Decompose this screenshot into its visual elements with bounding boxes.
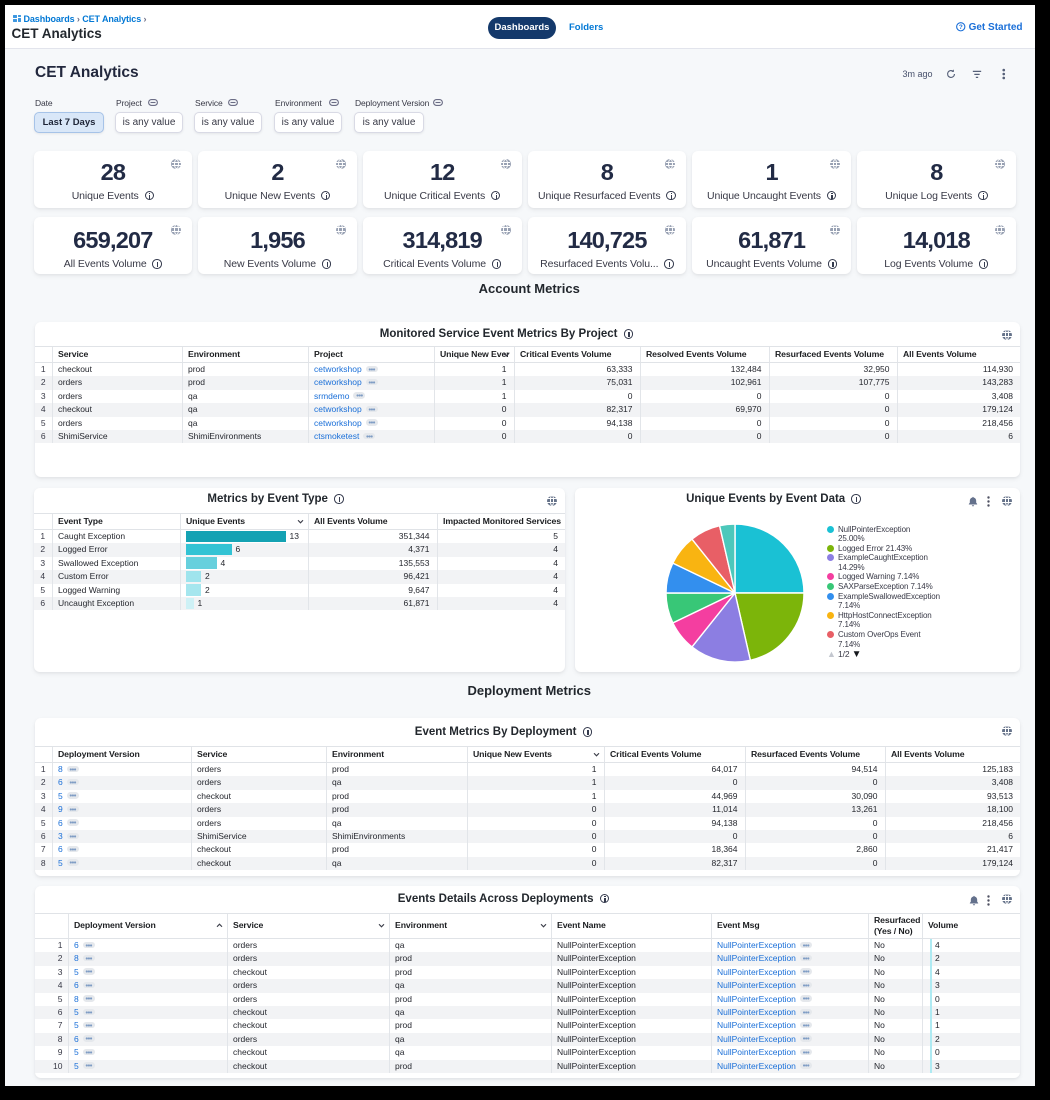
svg-text:?: ? bbox=[959, 24, 963, 31]
